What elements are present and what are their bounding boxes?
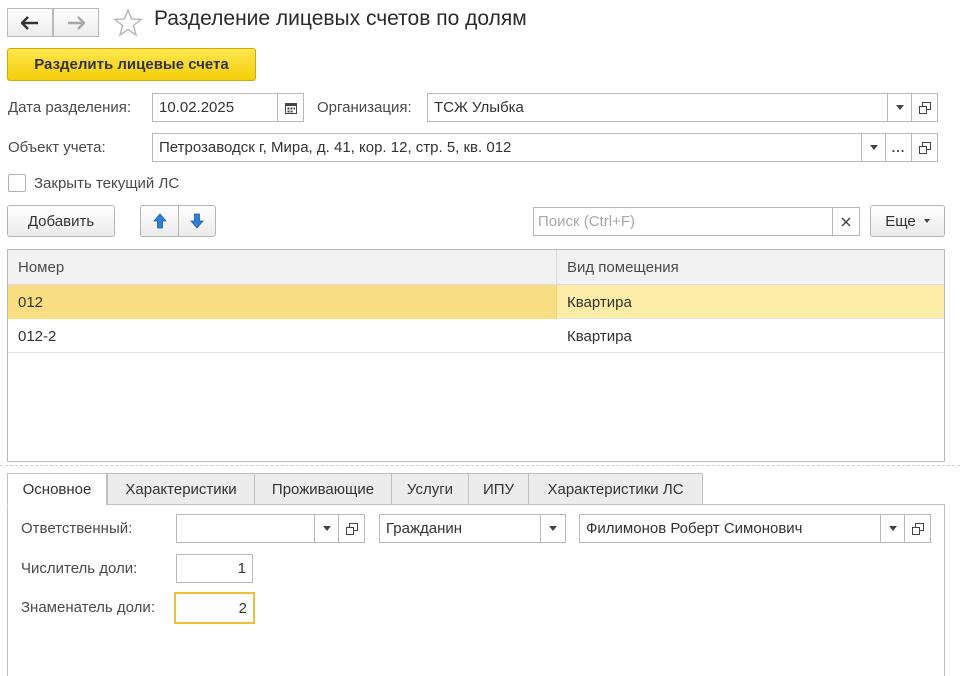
numerator-label: Числитель доли: xyxy=(21,560,138,577)
person-type-field[interactable]: Гражданин xyxy=(379,514,541,543)
close-icon xyxy=(841,216,851,227)
object-dropdown-button[interactable] xyxy=(861,133,886,162)
organization-label: Организация: xyxy=(317,99,412,116)
open-window-icon xyxy=(918,101,931,114)
more-button[interactable]: Еще xyxy=(870,205,945,237)
chevron-down-icon xyxy=(869,145,878,150)
chevron-down-icon xyxy=(322,526,331,531)
more-chevron-icon xyxy=(923,219,930,223)
person-name-dropdown-button[interactable] xyxy=(880,514,905,543)
cell-number: 012-2 xyxy=(18,327,57,345)
back-button[interactable] xyxy=(7,8,53,37)
organization-open-button[interactable] xyxy=(911,93,938,122)
chevron-down-icon xyxy=(888,526,897,531)
person-type-dropdown-button[interactable] xyxy=(540,514,566,543)
close-current-account-checkbox[interactable] xyxy=(8,174,26,192)
chevron-down-icon xyxy=(549,526,557,531)
person-type-value: Гражданин xyxy=(386,520,463,537)
date-value: 10.02.2025 xyxy=(159,99,235,116)
accounts-table[interactable]: Номер Вид помещения 012 Квартира 012-2 К… xyxy=(7,249,945,462)
tab-services[interactable]: Услуги xyxy=(391,473,469,505)
page-title: Разделение лицевых счетов по долям xyxy=(154,7,527,30)
open-window-icon xyxy=(345,522,358,535)
arrow-up-icon xyxy=(152,213,167,229)
table-row[interactable]: 012-2 Квартира xyxy=(8,319,944,353)
object-field[interactable]: Петрозаводск г, Мира, д. 41, кор. 12, ст… xyxy=(152,133,862,162)
search-input[interactable]: Поиск (Ctrl+F) xyxy=(533,207,833,236)
organization-field[interactable]: ТСЖ Улыбка xyxy=(427,93,888,122)
move-down-button[interactable] xyxy=(178,205,216,237)
ellipsis-label: ... xyxy=(891,140,906,155)
denominator-label: Знаменатель доли: xyxy=(21,599,155,616)
table-row[interactable]: 012 Квартира xyxy=(8,285,944,319)
organization-dropdown-button[interactable] xyxy=(887,93,912,122)
numerator-field[interactable]: 1 xyxy=(176,554,253,583)
open-window-icon xyxy=(911,522,924,535)
cell-number: 012 xyxy=(8,285,557,319)
tab-residents[interactable]: Проживающие xyxy=(254,473,392,505)
object-label: Объект учета: xyxy=(8,139,106,156)
person-name-field[interactable]: Филимонов Роберт Симонович xyxy=(579,514,881,543)
arrow-left-icon xyxy=(21,15,38,30)
calendar-button[interactable] xyxy=(277,93,304,122)
move-up-button[interactable] xyxy=(140,205,179,237)
object-value: Петрозаводск г, Мира, д. 41, кор. 12, ст… xyxy=(159,139,512,156)
tab-meters[interactable]: ИПУ xyxy=(468,473,529,505)
denominator-value: 2 xyxy=(238,599,247,617)
tab-main[interactable]: Основное xyxy=(7,473,107,506)
search-clear-button[interactable] xyxy=(832,207,860,236)
object-select-button[interactable]: ... xyxy=(885,133,912,162)
date-field[interactable]: 10.02.2025 xyxy=(152,93,278,122)
responsible-field[interactable] xyxy=(176,514,315,543)
arrow-right-icon xyxy=(68,15,85,30)
favorite-star-icon[interactable] xyxy=(113,8,143,38)
person-name-value: Филимонов Роберт Симонович xyxy=(586,520,803,537)
responsible-dropdown-button[interactable] xyxy=(314,514,339,543)
more-label: Еще xyxy=(885,212,916,230)
responsible-label: Ответственный: xyxy=(21,520,133,537)
person-name-open-button[interactable] xyxy=(904,514,931,543)
object-open-button[interactable] xyxy=(911,133,938,162)
cell-room-type: Квартира xyxy=(567,327,632,345)
arrow-down-icon xyxy=(190,213,204,229)
search-placeholder: Поиск (Ctrl+F) xyxy=(538,213,635,230)
cell-room-type: Квартира xyxy=(567,293,632,311)
table-header: Номер Вид помещения xyxy=(8,250,944,285)
denominator-field[interactable]: 2 xyxy=(174,592,255,624)
tab-account-characteristics[interactable]: Характеристики ЛС xyxy=(528,473,703,505)
column-header-number[interactable]: Номер xyxy=(8,250,557,285)
calendar-icon xyxy=(284,102,297,114)
numerator-value: 1 xyxy=(237,560,246,577)
forward-button[interactable] xyxy=(53,8,99,37)
split-accounts-button[interactable]: Разделить лицевые счета xyxy=(7,48,256,81)
date-label: Дата разделения: xyxy=(8,99,132,116)
tab-characteristics[interactable]: Характеристики xyxy=(107,473,255,505)
column-header-room-type[interactable]: Вид помещения xyxy=(557,250,944,285)
organization-value: ТСЖ Улыбка xyxy=(434,99,524,116)
close-current-account-label[interactable]: Закрыть текущий ЛС xyxy=(34,175,179,192)
chevron-down-icon xyxy=(895,105,904,110)
add-button[interactable]: Добавить xyxy=(7,205,115,237)
open-window-icon xyxy=(918,141,931,154)
splitter[interactable] xyxy=(0,465,960,466)
responsible-open-button[interactable] xyxy=(338,514,365,543)
